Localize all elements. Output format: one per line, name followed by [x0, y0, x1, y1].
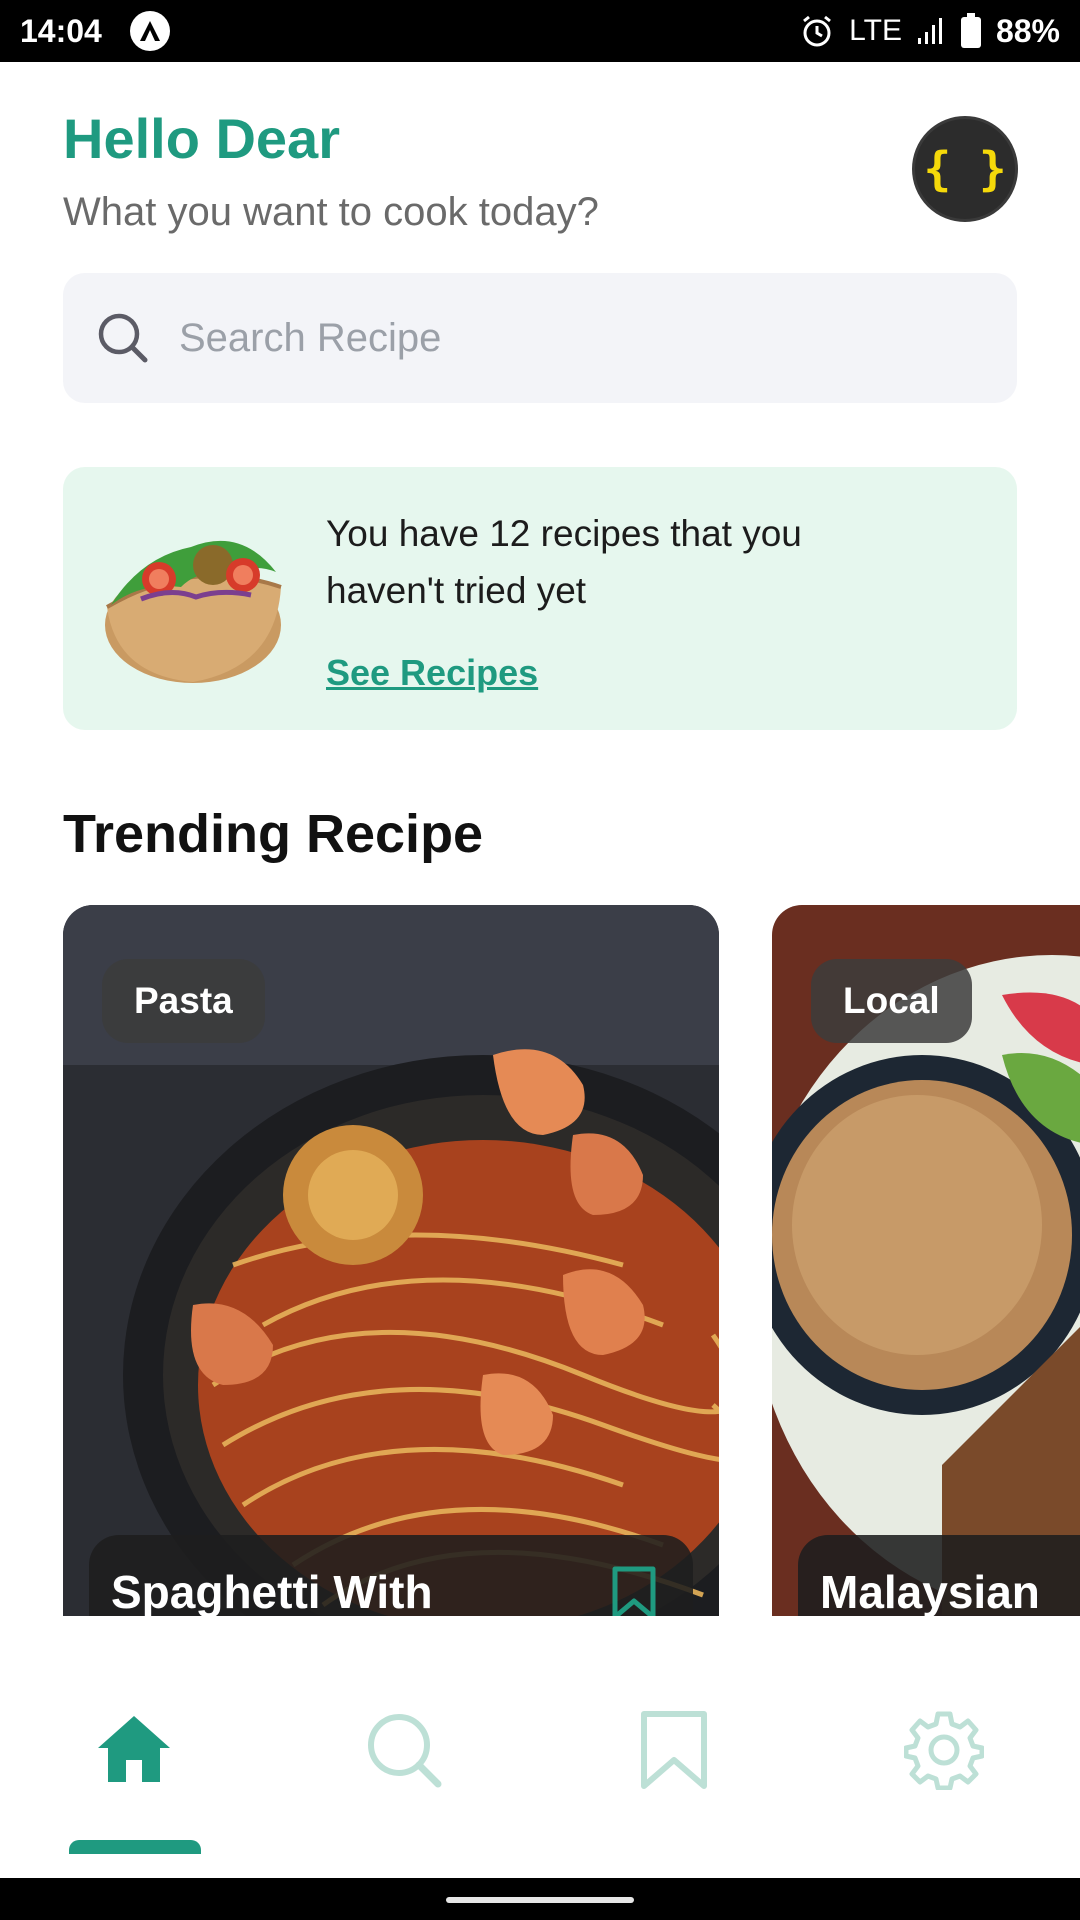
recipe-card-spaghetti[interactable]: Pasta Spaghetti With [63, 905, 719, 1616]
untried-recipes-card: You have 12 recipes that you haven't tri… [63, 467, 1017, 730]
trending-title: Trending Recipe [63, 804, 484, 864]
signal-icon [917, 18, 942, 44]
page-subtitle: What you want to cook today? [63, 190, 599, 234]
active-tab-indicator [69, 1840, 201, 1854]
home-icon[interactable] [94, 1710, 174, 1790]
gear-icon[interactable] [904, 1710, 984, 1790]
bottom-navigation [0, 1630, 1080, 1880]
recipe-card-title-bar: Spaghetti With [89, 1535, 693, 1616]
recipe-title: Spaghetti With [111, 1566, 433, 1616]
app-notification-icon [129, 11, 170, 51]
app-screen: 14:04 LTE 88% Hello Dear What you want t… [0, 0, 1080, 1920]
falafel-icon [105, 540, 282, 683]
category-tag: Pasta [102, 959, 265, 1043]
search-icon [98, 313, 148, 363]
see-recipes-link[interactable]: See Recipes [326, 652, 538, 694]
recipe-title: Malaysian [820, 1566, 1040, 1616]
page-title: Hello Dear [63, 107, 340, 170]
bookmark-icon[interactable] [634, 1710, 714, 1790]
avatar[interactable]: { } [912, 116, 1018, 222]
system-navigation-bar [0, 1878, 1080, 1920]
search-bar[interactable] [63, 273, 1017, 403]
promo-message: You have 12 recipes that you haven't tri… [326, 513, 802, 611]
recipe-card-malaysian[interactable]: Local Malaysian [772, 905, 1080, 1616]
network-type: LTE [849, 14, 902, 47]
status-time: 14:04 [20, 12, 102, 49]
status-right: LTE 88% [799, 13, 1060, 50]
status-bar: 14:04 LTE 88% [0, 0, 1080, 62]
battery-icon [960, 13, 981, 48]
bookmark-icon[interactable] [611, 1565, 657, 1616]
search-input[interactable] [179, 315, 959, 361]
category-tag: Local [811, 959, 972, 1043]
search-icon[interactable] [364, 1710, 444, 1790]
alarm-icon [803, 15, 832, 47]
recipe-card-title-bar: Malaysian [798, 1535, 1080, 1616]
battery-percent: 88% [995, 12, 1060, 49]
home-gesture-handle[interactable] [446, 1897, 634, 1903]
